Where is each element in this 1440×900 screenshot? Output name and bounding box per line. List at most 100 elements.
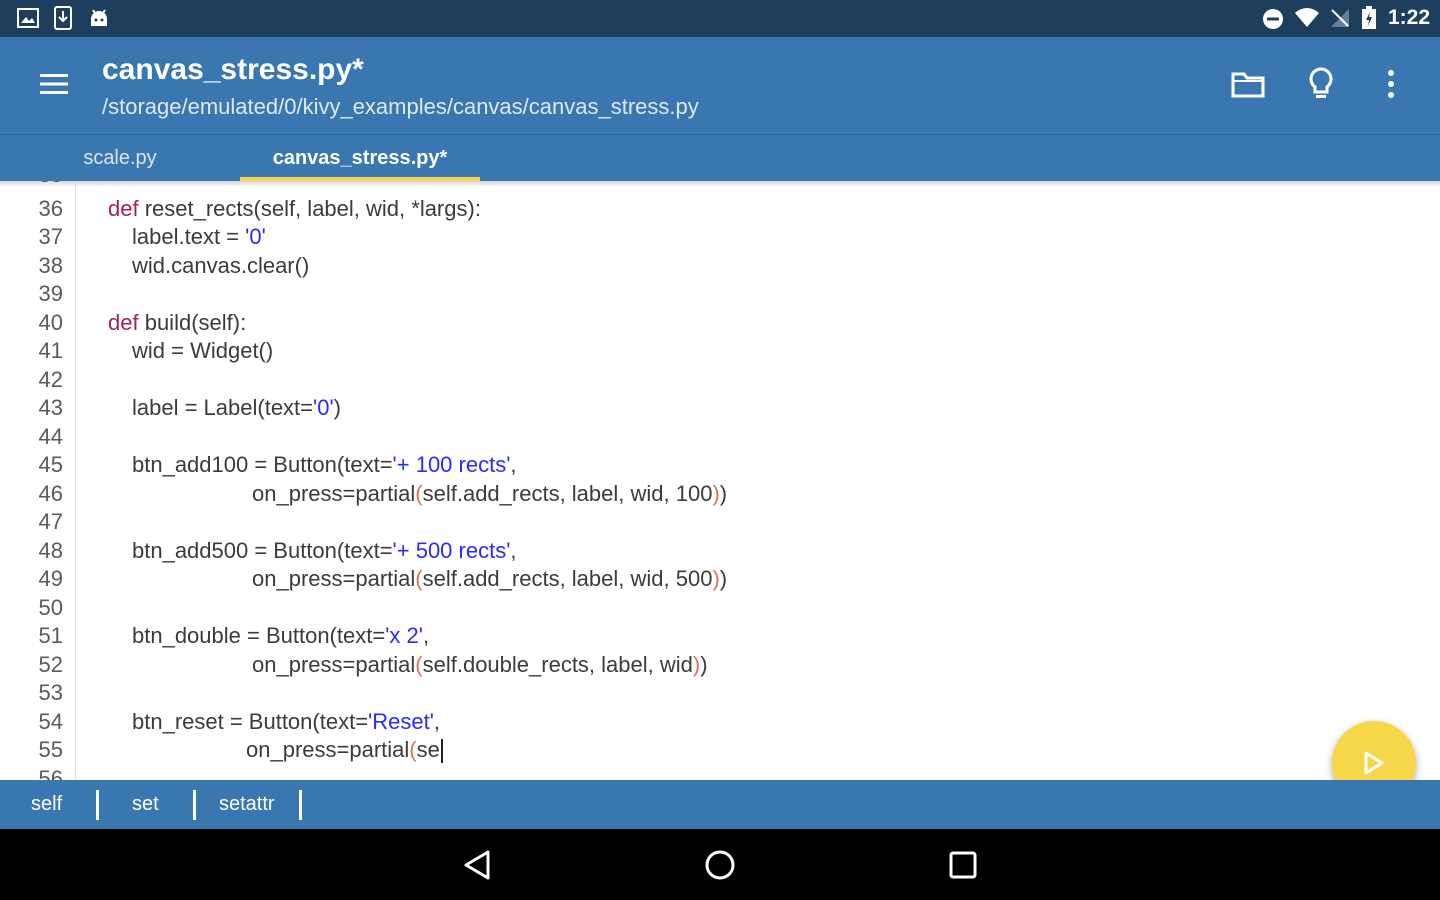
line-number: 37: [38, 224, 63, 249]
code-paren: ): [712, 481, 720, 506]
line-number: 44: [38, 424, 63, 449]
tab-bar: scale.py canvas_stress.py*: [0, 134, 1440, 181]
code-text: reset_rects(self, label, wid, *largs):: [138, 196, 481, 221]
code-text: on_press=partial: [246, 737, 410, 762]
code-editor[interactable]: 35 36 37 38 39 40 41 42 43 44 45 46 47 4…: [0, 181, 1440, 780]
line-number: 36: [38, 196, 63, 221]
code-string: '0': [313, 395, 334, 420]
code-paren: (: [415, 481, 423, 506]
code-line: on_press=partial(self.add_rects, label, …: [252, 566, 727, 592]
code-text: btn_reset = Button(text=: [132, 709, 369, 734]
play-icon: [1364, 751, 1384, 775]
suggestion-divider: [193, 790, 196, 820]
line-number: 56: [38, 766, 63, 780]
code-line: wid.canvas.clear(): [132, 253, 309, 279]
more-vert-icon[interactable]: [1383, 69, 1399, 99]
code-line: def reset_rects(self, label, wid, *largs…: [108, 196, 481, 222]
recents-icon[interactable]: [948, 850, 978, 880]
line-number: 35: [0, 181, 63, 188]
line-number: 55: [38, 737, 63, 762]
code-text: ,: [510, 452, 517, 477]
code-paren: ): [712, 566, 720, 591]
code-string: 'x 2': [385, 623, 423, 648]
code-text: ,: [422, 623, 430, 648]
code-string: '+ 500 rects': [392, 538, 511, 563]
back-icon[interactable]: [462, 849, 492, 881]
suggestion-set[interactable]: set: [132, 780, 159, 829]
line-number: 39: [38, 281, 63, 306]
code-text: label.text =: [132, 224, 246, 249]
code-line: label = Label(text='0'): [132, 395, 341, 421]
navigation-bar: [0, 829, 1440, 900]
line-number: 41: [38, 338, 63, 363]
download-icon: [54, 6, 72, 30]
code-text: ,: [510, 538, 517, 563]
text-cursor: [440, 739, 443, 764]
line-number: 51: [38, 623, 63, 648]
line-number: 46: [38, 481, 63, 506]
tab-scale-py[interactable]: scale.py: [0, 135, 240, 181]
no-signal-icon: [1331, 9, 1349, 27]
code-paren: (: [415, 652, 423, 677]
file-path: /storage/emulated/0/kivy_examples/canvas…: [102, 94, 699, 119]
code-keyword: def: [108, 196, 139, 221]
code-keyword: def: [108, 310, 139, 335]
code-text: self.double_rects, label, wid: [422, 652, 693, 677]
tab-canvas-stress-py[interactable]: canvas_stress.py*: [240, 135, 480, 181]
code-line: on_press=partial(self.double_rects, labe…: [252, 652, 708, 678]
code-paren: (: [415, 566, 423, 591]
code-text: self.add_rects, label, wid, 500: [422, 566, 713, 591]
folder-icon[interactable]: [1231, 70, 1265, 98]
line-number: 54: [38, 709, 63, 734]
code-text: btn_add100 = Button(text=: [132, 452, 393, 477]
line-number: 53: [38, 680, 63, 705]
status-time: 1:22: [1387, 6, 1430, 29]
code-line: btn_add100 = Button(text='+ 100 rects',: [132, 452, 517, 478]
suggestion-divider: [299, 790, 302, 820]
status-bar: 1:22: [0, 0, 1440, 37]
code-line: btn_double = Button(text='x 2',: [132, 623, 429, 649]
code-text: ): [719, 566, 728, 591]
autocomplete-bar: self set setattr: [0, 780, 1440, 829]
code-text: ,: [433, 709, 441, 734]
code-text: ): [333, 395, 341, 420]
home-icon[interactable]: [704, 849, 736, 881]
code-string: '0': [245, 224, 266, 249]
code-string: '+ 100 rects': [392, 452, 511, 477]
do-not-disturb-icon: [1263, 9, 1283, 29]
line-number: 40: [38, 310, 63, 335]
code-text: se: [416, 737, 440, 762]
code-string: 'Reset': [368, 709, 434, 734]
code-text: btn_double = Button(text=: [132, 623, 386, 648]
editor-top-shadow: [0, 181, 1440, 187]
line-number: 47: [38, 509, 63, 534]
line-number: 52: [38, 652, 63, 677]
line-number: 38: [38, 253, 63, 278]
code-line: def build(self):: [108, 310, 246, 336]
code-text: on_press=partial: [252, 652, 416, 677]
menu-icon[interactable]: [38, 72, 70, 96]
android-icon: [91, 9, 107, 26]
gallery-icon: [17, 8, 39, 28]
lightbulb-icon[interactable]: [1307, 67, 1335, 101]
code-line: btn_reset = Button(text='Reset',: [132, 709, 440, 735]
line-number: 45: [38, 452, 63, 477]
suggestion-self[interactable]: self: [31, 780, 62, 829]
line-number: 48: [38, 538, 63, 563]
code-text: btn_add500 = Button(text=: [132, 538, 393, 563]
code-text: self.add_rects, label, wid, 100: [422, 481, 713, 506]
code-line: on_press=partial(se: [246, 737, 443, 764]
gutter-divider: [75, 181, 76, 780]
code-text: on_press=partial: [252, 481, 416, 506]
suggestion-setattr[interactable]: setattr: [219, 780, 275, 829]
code-line: wid = Widget(): [132, 338, 273, 364]
battery-icon: [1362, 6, 1376, 29]
line-number: 42: [38, 367, 63, 392]
app-bar: canvas_stress.py* /storage/emulated/0/ki…: [0, 37, 1440, 134]
code-text: on_press=partial: [252, 566, 416, 591]
code-text: ): [700, 652, 708, 677]
code-text: wid = Widget(): [132, 338, 274, 363]
line-number: 49: [38, 566, 63, 591]
code-text: label = Label(text=: [132, 395, 314, 420]
line-number: 43: [38, 395, 63, 420]
